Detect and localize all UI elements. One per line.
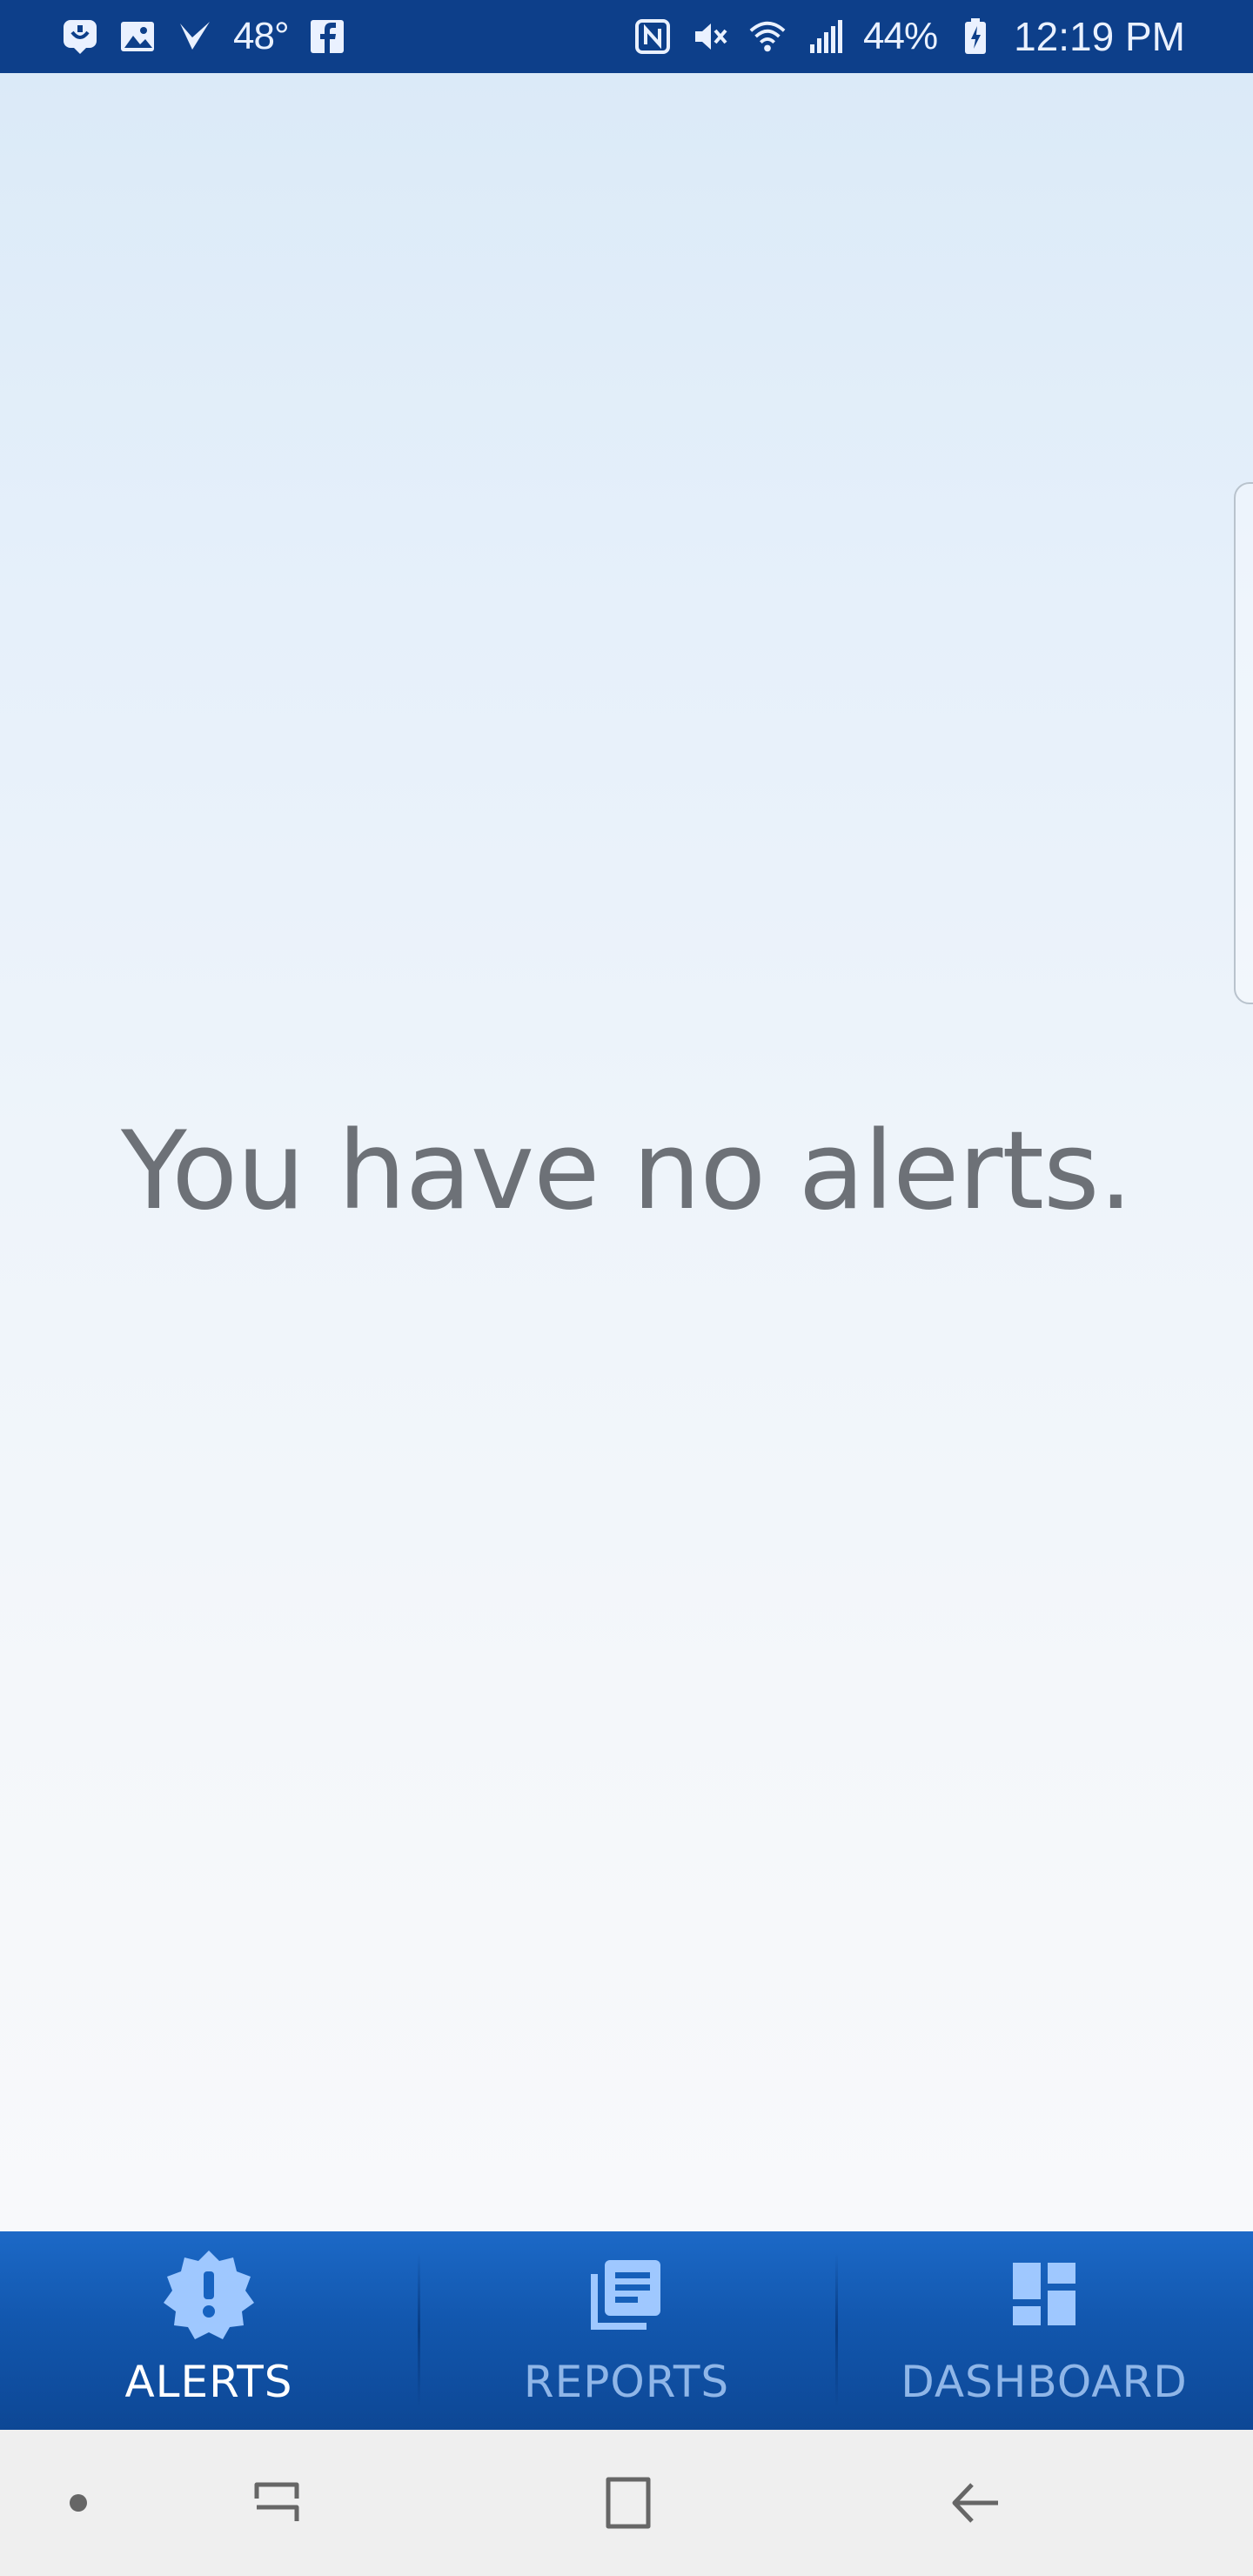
alert-badge-icon: [161, 2251, 257, 2339]
reports-icon: [579, 2251, 674, 2338]
system-navigation-bar: [0, 2430, 1253, 2576]
edge-panel-handle[interactable]: [1234, 482, 1253, 1004]
alerts-screen: You have no alerts.: [0, 73, 1253, 2231]
image-icon: [118, 17, 157, 56]
dot-icon: [70, 2494, 87, 2512]
empty-alerts-message: You have no alerts.: [120, 1109, 1133, 1234]
status-bar: 48° 44% 12:19 PM: [0, 0, 1253, 73]
temperature: 48°: [233, 15, 290, 57]
tab-reports[interactable]: REPORTS: [418, 2231, 835, 2430]
status-left: 48°: [61, 15, 346, 58]
tab-dashboard[interactable]: DASHBOARD: [835, 2231, 1253, 2430]
back-arrow-icon: [952, 2483, 998, 2523]
home-icon: [606, 2477, 651, 2529]
wifi-icon: [748, 17, 787, 56]
dashboard-icon: [996, 2251, 1092, 2338]
facebook-icon: [308, 17, 346, 56]
tab-alerts[interactable]: ALERTS: [0, 2231, 418, 2430]
tab-dashboard-label: DASHBOARD: [901, 2357, 1188, 2407]
signal-icon: [806, 17, 844, 56]
dot-button[interactable]: [17, 2430, 139, 2576]
battery-icon: [956, 17, 995, 56]
recents-icon: [254, 2482, 299, 2521]
check-icon: [176, 17, 214, 56]
messenger-icon: [61, 17, 99, 56]
home-button[interactable]: [566, 2430, 687, 2576]
nfc-icon: [633, 17, 672, 56]
mute-icon: [691, 17, 729, 56]
recents-button[interactable]: [216, 2430, 338, 2576]
status-right: 44% 12:19 PM: [633, 13, 1185, 60]
tab-alerts-label: ALERTS: [124, 2357, 293, 2407]
battery-percent: 44%: [863, 15, 938, 57]
bottom-navigation: ALERTS REPORTS DASHBOARD: [0, 2231, 1253, 2430]
clock: 12:19 PM: [1014, 14, 1185, 59]
tab-reports-label: REPORTS: [523, 2357, 730, 2407]
back-button[interactable]: [915, 2430, 1037, 2576]
